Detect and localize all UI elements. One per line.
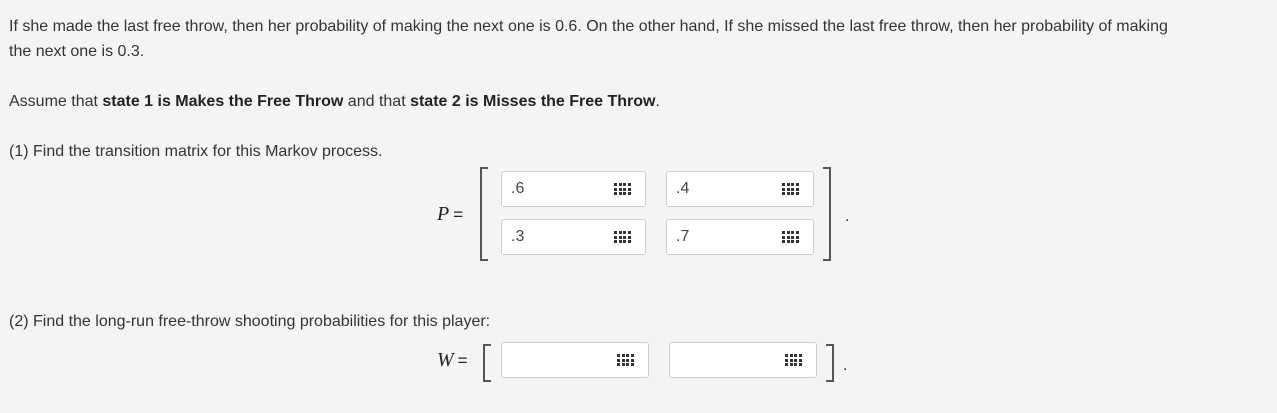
question-1-text: (1) Find the transition matrix for this … bbox=[9, 143, 383, 160]
matrix-p-left-bracket bbox=[480, 167, 488, 261]
vector-w-left-bracket bbox=[483, 344, 491, 382]
assumption-prefix: Assume that bbox=[9, 93, 103, 110]
vector-w-right-bracket bbox=[826, 344, 834, 382]
assumption-text: Assume that state 1 is Makes the Free Th… bbox=[9, 89, 660, 114]
problem-text-line-1: If she made the last free throw, then he… bbox=[9, 18, 1168, 35]
matrix-p-cell-1-2[interactable]: .4 bbox=[666, 171, 814, 207]
question-2-text: (2) Find the long-run free-throw shootin… bbox=[9, 313, 491, 330]
vector-w-symbol: W bbox=[437, 349, 454, 371]
state-2-definition: state 2 is Misses the Free Throw bbox=[410, 93, 656, 110]
grid-keypad-icon[interactable] bbox=[614, 183, 632, 197]
matrix-p-cell-1-2-value: .4 bbox=[676, 180, 690, 197]
matrix-p-cell-2-1-value: .3 bbox=[511, 228, 525, 245]
vector-w-cell-2[interactable] bbox=[669, 342, 817, 378]
grid-keypad-icon[interactable] bbox=[785, 354, 803, 368]
matrix-p-equals: = bbox=[453, 205, 464, 224]
matrix-p-period: . bbox=[845, 208, 850, 225]
matrix-p-cell-2-2-value: .7 bbox=[676, 228, 690, 245]
state-1-definition: state 1 is Makes the Free Throw bbox=[102, 93, 344, 110]
matrix-p-cell-2-2[interactable]: .7 bbox=[666, 219, 814, 255]
matrix-p-symbol: P bbox=[437, 203, 450, 225]
matrix-p-label: P = bbox=[437, 203, 463, 226]
grid-keypad-icon[interactable] bbox=[617, 354, 635, 368]
grid-keypad-icon[interactable] bbox=[782, 231, 800, 245]
assumption-middle: and that bbox=[343, 93, 411, 110]
matrix-p-cell-1-1-value: .6 bbox=[511, 180, 525, 197]
matrix-p-cell-2-1[interactable]: .3 bbox=[501, 219, 646, 255]
matrix-p-right-bracket bbox=[823, 167, 831, 261]
grid-keypad-icon[interactable] bbox=[782, 183, 800, 197]
grid-keypad-icon[interactable] bbox=[614, 231, 632, 245]
vector-w-cell-1[interactable] bbox=[501, 342, 649, 378]
vector-w-label: W = bbox=[437, 349, 468, 372]
matrix-p-cell-1-1[interactable]: .6 bbox=[501, 171, 646, 207]
vector-w-period: . bbox=[843, 357, 848, 374]
assumption-suffix: . bbox=[655, 93, 660, 110]
vector-w-equals: = bbox=[457, 351, 468, 370]
problem-text-line-2: the next one is 0.3. bbox=[9, 43, 145, 60]
